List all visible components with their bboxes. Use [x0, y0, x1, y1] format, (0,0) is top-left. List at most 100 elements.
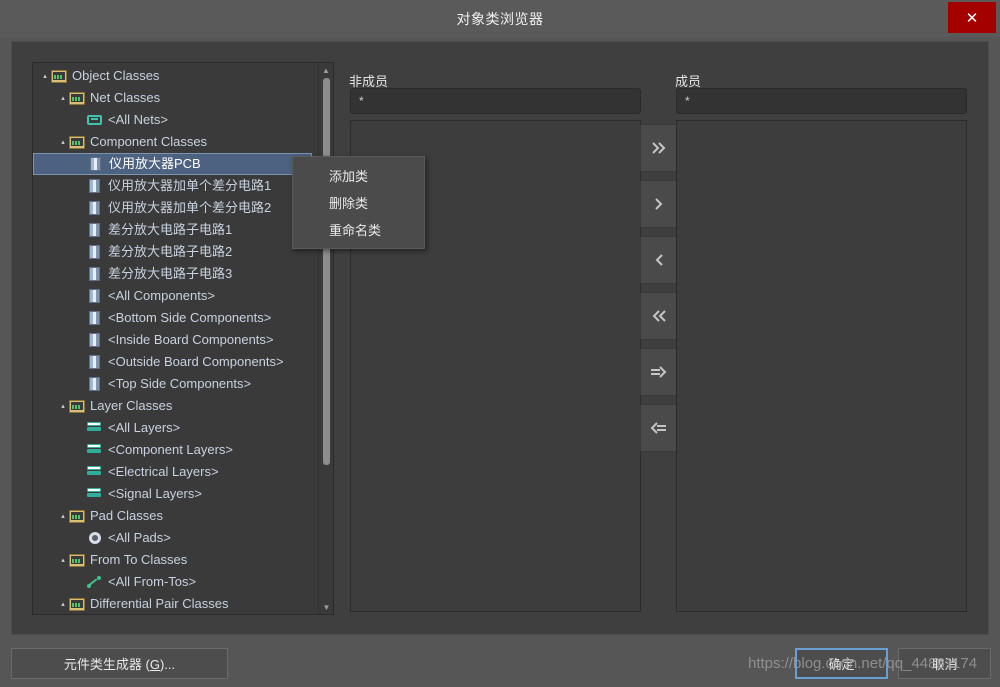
- tree-item-container: ▴Object Classes▴Net Classes▴<All Nets>▴C…: [33, 65, 316, 614]
- expand-collapse-icon[interactable]: ▴: [57, 87, 69, 109]
- scroll-down-icon[interactable]: ▼: [319, 600, 333, 614]
- move-all-right-button[interactable]: [640, 124, 678, 172]
- folder-icon: [69, 552, 85, 568]
- tree-item-label: 仪用放大器PCB: [109, 156, 201, 171]
- component-class-generator-button[interactable]: 元件类生成器 (G)...: [11, 648, 228, 679]
- move-all-left-button[interactable]: [640, 292, 678, 340]
- folder-icon: [69, 508, 85, 524]
- move-matching-right-button[interactable]: [640, 348, 678, 396]
- tree-item-label: Object Classes: [72, 68, 160, 83]
- tree-item-label: <Top Side Components>: [108, 376, 252, 391]
- folder-icon: [69, 90, 85, 106]
- tree-item-label: <All Nets>: [108, 112, 168, 127]
- tree-item[interactable]: ▴仪用放大器加单个差分电路2: [33, 197, 316, 219]
- tree-item[interactable]: ▴<Inside Board Components>: [33, 329, 316, 351]
- scrollbar-thumb[interactable]: [323, 78, 330, 465]
- non-members-filter-input[interactable]: [350, 88, 641, 114]
- folder-icon: [51, 68, 67, 84]
- folder-icon: [69, 398, 85, 414]
- expand-collapse-icon[interactable]: ▴: [39, 65, 51, 87]
- tree-item-label: Layer Classes: [90, 398, 173, 413]
- tree-scrollbar[interactable]: ▲ ▼: [318, 63, 333, 614]
- layer-icon: [87, 464, 103, 480]
- expand-collapse-icon[interactable]: ▴: [57, 505, 69, 527]
- component-icon: [87, 332, 103, 348]
- tree-item[interactable]: ▴<Bottom Side Components>: [33, 307, 316, 329]
- component-icon: [87, 266, 103, 282]
- tree-item[interactable]: ▴ Component Classes: [33, 131, 316, 153]
- expand-collapse-icon[interactable]: ▴: [57, 593, 69, 614]
- move-left-button[interactable]: [640, 236, 678, 284]
- scroll-up-icon[interactable]: ▲: [319, 63, 333, 77]
- tree-item[interactable]: ▴<All Pads>: [33, 527, 316, 549]
- tree-item[interactable]: ▴<All Nets>: [33, 109, 316, 131]
- tree-item-label: Component Classes: [90, 134, 208, 149]
- context-menu-item-rename-class[interactable]: 重命名类: [293, 217, 424, 244]
- generator-button-label: 元件类生成器 (G)...: [63, 657, 176, 672]
- tree-item[interactable]: ▴ From To Classes: [33, 549, 316, 571]
- tree-item[interactable]: ▴仪用放大器PCB: [33, 153, 312, 175]
- tree-item[interactable]: ▴<All From-Tos>: [33, 571, 316, 593]
- component-icon: [87, 222, 103, 238]
- members-list[interactable]: [676, 120, 967, 612]
- tree-item-label: 仪用放大器加单个差分电路2: [108, 200, 272, 215]
- tree-item-label: <Electrical Layers>: [108, 464, 219, 479]
- tree-item-label: 差分放大电路子电路2: [108, 244, 233, 259]
- component-icon: [87, 178, 103, 194]
- move-right-button[interactable]: [640, 180, 678, 228]
- cancel-button[interactable]: 取消: [898, 648, 991, 679]
- close-icon[interactable]: ✕: [948, 2, 996, 33]
- tree-item[interactable]: ▴差分放大电路子电路2: [33, 241, 316, 263]
- expand-collapse-icon[interactable]: ▴: [57, 549, 69, 571]
- tree-item-label: <Signal Layers>: [108, 486, 202, 501]
- tree-context-menu[interactable]: 添加类 删除类 重命名类: [292, 156, 425, 249]
- context-menu-item-add-class[interactable]: 添加类: [293, 163, 424, 190]
- expand-collapse-icon[interactable]: ▴: [57, 395, 69, 417]
- expand-collapse-icon[interactable]: ▴: [57, 131, 69, 153]
- net-icon: [87, 112, 103, 128]
- tree-item-label: Differential Pair Classes: [90, 596, 229, 611]
- tree-item-label: <Inside Board Components>: [108, 332, 274, 347]
- layer-icon: [87, 442, 103, 458]
- object-class-tree[interactable]: ▴Object Classes▴Net Classes▴<All Nets>▴C…: [32, 62, 334, 615]
- tree-item[interactable]: ▴<Electrical Layers>: [33, 461, 316, 483]
- tree-item[interactable]: ▴ Object Classes: [33, 65, 316, 87]
- tree-item[interactable]: ▴ Differential Pair Classes: [33, 593, 316, 614]
- component-icon: [87, 200, 103, 216]
- tree-item[interactable]: ▴<Outside Board Components>: [33, 351, 316, 373]
- component-icon: [87, 310, 103, 326]
- move-matching-left-button[interactable]: [640, 404, 678, 452]
- tree-item[interactable]: ▴ Net Classes: [33, 87, 316, 109]
- layer-icon: [87, 486, 103, 502]
- layer-icon: [87, 420, 103, 436]
- ok-button[interactable]: 确定: [795, 648, 888, 679]
- tree-item[interactable]: ▴<All Layers>: [33, 417, 316, 439]
- tree-item[interactable]: ▴<Component Layers>: [33, 439, 316, 461]
- tree-item[interactable]: ▴差分放大电路子电路1: [33, 219, 316, 241]
- component-icon: [87, 354, 103, 370]
- title-bar: 对象类浏览器 ✕: [0, 0, 1000, 37]
- tree-item-label: <All Components>: [108, 288, 215, 303]
- tree-item-label: Net Classes: [90, 90, 161, 105]
- context-menu-item-delete-class[interactable]: 删除类: [293, 190, 424, 217]
- tree-item[interactable]: ▴<Signal Layers>: [33, 483, 316, 505]
- tree-item-label: Pad Classes: [90, 508, 163, 523]
- tree-item[interactable]: ▴ Layer Classes: [33, 395, 316, 417]
- window-title: 对象类浏览器: [456, 10, 544, 27]
- tree-item-label: <Outside Board Components>: [108, 354, 284, 369]
- tree-item[interactable]: ▴差分放大电路子电路3: [33, 263, 316, 285]
- folder-icon: [69, 134, 85, 150]
- tree-item[interactable]: ▴仪用放大器加单个差分电路1: [33, 175, 316, 197]
- tree-item-label: 差分放大电路子电路3: [108, 266, 233, 281]
- members-filter-input[interactable]: [676, 88, 967, 114]
- tree-item[interactable]: ▴ Pad Classes: [33, 505, 316, 527]
- tree-item-label: <All From-Tos>: [108, 574, 197, 589]
- tree-item[interactable]: ▴<Top Side Components>: [33, 373, 316, 395]
- tree-item-label: <All Pads>: [108, 530, 171, 545]
- tree-item[interactable]: ▴<All Components>: [33, 285, 316, 307]
- component-icon: [87, 244, 103, 260]
- component-icon: [88, 156, 104, 172]
- fromto-icon: [87, 574, 103, 590]
- tree-item-label: <Component Layers>: [108, 442, 234, 457]
- tree-item-label: <Bottom Side Components>: [108, 310, 272, 325]
